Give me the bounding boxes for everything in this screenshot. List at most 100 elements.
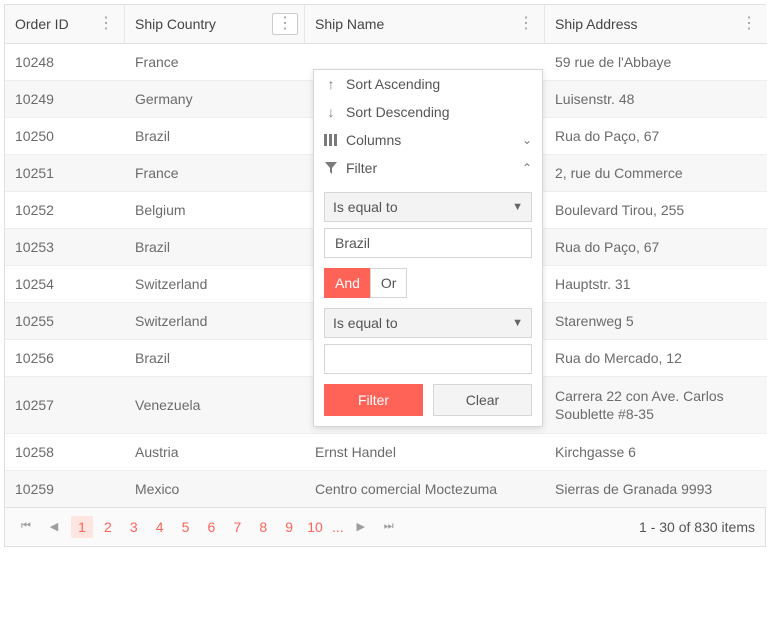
select-value: Is equal to <box>333 199 398 215</box>
page-prev-icon[interactable]: ◀ <box>43 516 65 538</box>
filter-apply-button[interactable]: Filter <box>324 384 423 416</box>
cell-order-id: 10256 <box>5 339 125 376</box>
cell-ship-name: Ernst Handel <box>305 433 545 470</box>
caret-down-icon: ▼ <box>512 201 523 213</box>
cell-ship-address: Luisenstr. 48 <box>545 80 767 117</box>
sort-ascending-item[interactable]: ↑ Sort Ascending <box>314 70 542 98</box>
page-first-icon[interactable]: ⏮ <box>15 516 37 538</box>
filter-form: Is equal to ▼ And Or Is equal to ▼ Filte… <box>314 182 542 426</box>
select-value: Is equal to <box>333 315 398 331</box>
filter-operator-2[interactable]: Is equal to ▼ <box>324 308 532 338</box>
page-number[interactable]: 3 <box>123 516 145 538</box>
cell-ship-address: Hauptstr. 31 <box>545 265 767 302</box>
cell-order-id: 10255 <box>5 302 125 339</box>
cell-order-id: 10252 <box>5 191 125 228</box>
cell-ship-country: Switzerland <box>125 265 305 302</box>
cell-ship-country: Brazil <box>125 339 305 376</box>
menu-item-label: Sort Ascending <box>346 76 440 92</box>
column-menu-icon[interactable]: ⋮ <box>737 14 761 34</box>
header-order-id[interactable]: Order ID ⋮ <box>5 5 125 43</box>
cell-ship-country: Switzerland <box>125 302 305 339</box>
column-menu-popup: ↑ Sort Ascending ↓ Sort Descending Colum… <box>313 69 543 427</box>
chevron-down-icon: ⌄ <box>522 133 532 147</box>
cell-ship-country: Mexico <box>125 470 305 507</box>
cell-ship-address: Kirchgasse 6 <box>545 433 767 470</box>
data-grid: Order ID ⋮ Ship Country ⋮ Ship Name ⋮ <box>4 4 766 547</box>
filter-item[interactable]: Filter ⌃ <box>314 154 542 182</box>
columns-icon <box>324 134 338 146</box>
sort-descending-item[interactable]: ↓ Sort Descending <box>314 98 542 126</box>
cell-ship-address: Rua do Paço, 67 <box>545 117 767 154</box>
header-ship-name[interactable]: Ship Name ⋮ <box>305 5 545 43</box>
filter-value-1-input[interactable] <box>333 234 523 252</box>
table-row[interactable]: 10258AustriaErnst HandelKirchgasse 6 <box>5 433 767 470</box>
cell-order-id: 10249 <box>5 80 125 117</box>
cell-ship-address: Sierras de Granada 9993 <box>545 470 767 507</box>
cell-ship-address: Starenweg 5 <box>545 302 767 339</box>
filter-clear-button[interactable]: Clear <box>433 384 532 416</box>
filter-icon <box>324 162 338 174</box>
page-number[interactable]: 4 <box>149 516 171 538</box>
column-menu-icon[interactable]: ⋮ <box>514 14 538 34</box>
page-next-icon[interactable]: ▶ <box>350 516 372 538</box>
column-menu-icon[interactable]: ⋮ <box>94 14 118 34</box>
filter-logic-or[interactable]: Or <box>370 268 408 298</box>
cell-ship-address: Boulevard Tirou, 255 <box>545 191 767 228</box>
cell-ship-country: France <box>125 43 305 80</box>
cell-order-id: 10248 <box>5 43 125 80</box>
cell-ship-address: Carrera 22 con Ave. Carlos Soublette #8-… <box>545 376 767 433</box>
header-label: Ship Country <box>135 16 216 32</box>
page-number[interactable]: 9 <box>278 516 300 538</box>
filter-logic-and[interactable]: And <box>324 268 371 298</box>
filter-value-2-input[interactable] <box>333 350 523 368</box>
page-number[interactable]: 10 <box>304 516 326 538</box>
header-label: Ship Name <box>315 16 384 32</box>
cell-ship-country: Brazil <box>125 228 305 265</box>
cell-ship-address: Rua do Mercado, 12 <box>545 339 767 376</box>
cell-ship-address: Rua do Paço, 67 <box>545 228 767 265</box>
cell-ship-name: Centro comercial Moctezuma <box>305 470 545 507</box>
header-ship-address[interactable]: Ship Address ⋮ <box>545 5 767 43</box>
menu-item-label: Sort Descending <box>346 104 450 120</box>
header-ship-country[interactable]: Ship Country ⋮ <box>125 5 305 43</box>
page-number[interactable]: 2 <box>97 516 119 538</box>
pager-info: 1 - 30 of 830 items <box>639 519 755 535</box>
cell-order-id: 10251 <box>5 154 125 191</box>
cell-ship-country: Belgium <box>125 191 305 228</box>
filter-logic-group: And Or <box>324 268 532 298</box>
cell-ship-country: Austria <box>125 433 305 470</box>
header-label: Ship Address <box>555 16 638 32</box>
cell-order-id: 10254 <box>5 265 125 302</box>
cell-ship-country: Brazil <box>125 117 305 154</box>
column-menu-icon[interactable]: ⋮ <box>272 13 298 35</box>
cell-ship-address: 2, rue du Commerce <box>545 154 767 191</box>
cell-ship-country: France <box>125 154 305 191</box>
page-number[interactable]: 1 <box>71 516 93 538</box>
pager: ⏮ ◀ 1 2 3 4 5 6 7 8 9 10 ... ▶ ⏭ 1 - 30 … <box>5 507 765 546</box>
cell-order-id: 10259 <box>5 470 125 507</box>
filter-operator-1[interactable]: Is equal to ▼ <box>324 192 532 222</box>
page-number[interactable]: 6 <box>200 516 222 538</box>
page-number[interactable]: 8 <box>252 516 274 538</box>
menu-item-label: Columns <box>346 132 401 148</box>
cell-ship-country: Venezuela <box>125 376 305 433</box>
caret-down-icon: ▼ <box>512 317 523 329</box>
columns-item[interactable]: Columns ⌄ <box>314 126 542 154</box>
page-number[interactable]: 5 <box>175 516 197 538</box>
cell-order-id: 10257 <box>5 376 125 433</box>
cell-order-id: 10253 <box>5 228 125 265</box>
page-last-icon[interactable]: ⏭ <box>378 516 400 538</box>
filter-value-1[interactable] <box>324 228 532 258</box>
page-more[interactable]: ... <box>332 519 344 535</box>
cell-order-id: 10258 <box>5 433 125 470</box>
table-row[interactable]: 10259MexicoCentro comercial MoctezumaSie… <box>5 470 767 507</box>
menu-item-label: Filter <box>346 160 377 176</box>
cell-ship-country: Germany <box>125 80 305 117</box>
filter-value-2[interactable] <box>324 344 532 374</box>
cell-ship-address: 59 rue de l'Abbaye <box>545 43 767 80</box>
header-label: Order ID <box>15 16 69 32</box>
page-number[interactable]: 7 <box>226 516 248 538</box>
arrow-down-icon: ↓ <box>324 104 338 120</box>
chevron-up-icon: ⌃ <box>522 161 532 175</box>
arrow-up-icon: ↑ <box>324 76 338 92</box>
